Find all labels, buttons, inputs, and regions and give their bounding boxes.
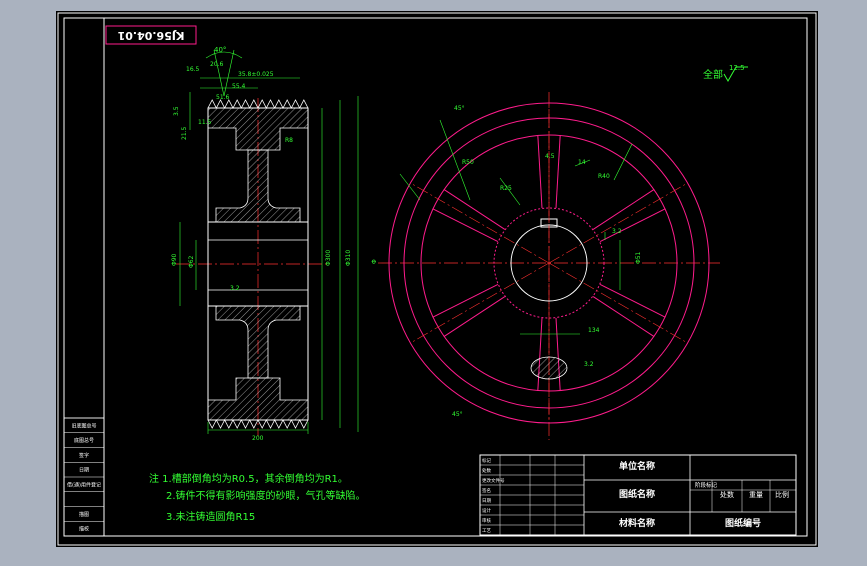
note-2: 2.铸件不得有影响强度的砂眼，气孔等缺陷。 — [166, 489, 366, 502]
tb-weight: 重量 — [749, 491, 763, 499]
title-block-label: 日期 — [482, 498, 491, 504]
dim-rough-key: 3.2 — [584, 361, 594, 368]
dim-r-arc: R50 — [462, 159, 474, 166]
dim-w-spoke: 4.5 — [545, 153, 555, 160]
dim-h3: 11.5 — [198, 119, 212, 126]
dim-d-hub: Φ62 — [188, 255, 195, 268]
dim-r-outer: R40 — [598, 173, 610, 180]
dim-a4: 35.8±0.025 — [238, 71, 274, 78]
title-block-label: 更改文件号 — [482, 477, 505, 484]
left-table-cell: 描校 — [79, 526, 89, 533]
tb-company: 单位名称 — [619, 460, 655, 472]
tb-scale: 比例 — [775, 490, 789, 499]
note-1: 注 1.槽部倒角均为R0.5，其余倒角均为R1。 — [149, 472, 348, 485]
dim-a3: 51.6 — [216, 94, 230, 101]
note-3: 3.未注铸造圆角R15 — [166, 510, 255, 523]
left-table-cell: 描图 — [79, 511, 89, 518]
dim-h1: 3.5 — [173, 106, 180, 116]
dim-d-bore: Φ51 — [635, 251, 642, 264]
roughness-value: 12.5 — [729, 64, 745, 72]
left-table-cell: 日期 — [79, 468, 89, 474]
tb-drawing-no: 图纸编号 — [725, 517, 761, 529]
spoke-cross-section — [530, 356, 568, 380]
dim-w-key: 14 — [578, 159, 586, 166]
dim-w-slot: 134 — [588, 327, 600, 334]
dim-r3: R8 — [285, 137, 293, 144]
tb-material: 材料名称 — [618, 517, 655, 529]
title-block-label: 处数 — [482, 467, 491, 474]
dim-angle-top: 45° — [454, 105, 465, 112]
title-block-label: 设计 — [482, 507, 491, 514]
roughness-label: 全部 — [703, 68, 723, 81]
dim-d-outer: Φ310 — [345, 250, 352, 266]
title-block-label: 签名 — [482, 487, 491, 494]
tb-qty: 处数 — [720, 490, 734, 499]
left-table-cell: 旧底图总号 — [71, 422, 96, 429]
tb-stage: 阶段标记 — [695, 481, 718, 489]
dim-rough-side: 3.2 — [230, 285, 240, 292]
part-number: KJ56.04.01 — [118, 29, 185, 42]
dim-d-inner: Φ90 — [171, 253, 178, 266]
left-table-cell: 底图总号 — [74, 437, 94, 444]
title-block-label: 工艺 — [482, 528, 491, 534]
tb-drawing-name: 图纸名称 — [619, 488, 655, 500]
dim-a2: 20.6 — [210, 61, 224, 68]
dim-a5: 55.4 — [232, 83, 246, 90]
title-block-label: 审核 — [482, 517, 491, 524]
dim-d-pitch: Φ300 — [325, 250, 332, 266]
dim-d-label: Φ — [371, 259, 378, 264]
dim-r-spoke: R25 — [500, 185, 512, 192]
title-block-label: 标记 — [482, 457, 491, 464]
dim-depth-key: 3.2 — [612, 228, 622, 235]
left-table-cell: 签字 — [79, 452, 89, 459]
dim-width: 200 — [252, 435, 264, 442]
cad-viewport[interactable]: KJ56.04.01 全部 12.5 40° 16.5 20.6 35.8±0.… — [0, 0, 867, 562]
dim-a1: 16.5 — [186, 66, 200, 73]
dim-h2: 21.5 — [181, 126, 188, 140]
dim-angle-bottom: 45° — [452, 411, 463, 418]
dim-groove-angle: 40° — [214, 46, 226, 54]
drawing-sheet — [56, 11, 818, 547]
left-table-cell: 借(通)用件登记 — [67, 481, 101, 488]
drawing-canvas: KJ56.04.01 全部 12.5 40° 16.5 20.6 35.8±0.… — [56, 11, 818, 547]
